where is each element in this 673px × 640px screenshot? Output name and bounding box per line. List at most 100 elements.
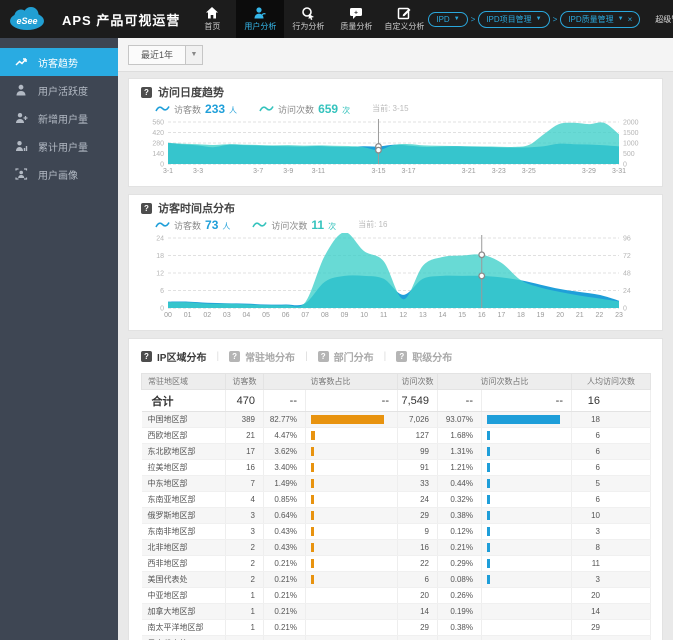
svg-text:3-15: 3-15 (371, 168, 385, 175)
nav-label: 行为分析 (292, 22, 325, 31)
table-row[interactable]: 东南亚地区部 4 0.85% 24 0.32% 6 (141, 491, 651, 508)
legend-unit: 人 (229, 105, 238, 115)
legend-item-1: 访问次数 11 次 (252, 218, 336, 232)
daily-trend-chart[interactable]: 0 0140 500280 1000420 1500560 20003-1 3-3 3-7 3-… (141, 117, 650, 177)
date-range-dropdown[interactable]: 最近1年 ▼ (128, 44, 204, 65)
breadcrumb-pill-1[interactable]: IPD项目管理 ▼ (478, 10, 550, 28)
breadcrumb-pill-2[interactable]: IPD质量管理 ▼ × (560, 10, 641, 28)
custom-analysis-icon (398, 7, 411, 20)
tab-3[interactable]: ? 职级分布 (396, 349, 452, 364)
region-name: 中国地区部 (141, 411, 226, 428)
nav-item-2[interactable]: 行为分析 (284, 0, 332, 38)
nav-item-3[interactable]: + 质量分析 (332, 0, 380, 38)
legend-label: 访问次数 (278, 104, 315, 115)
total-label: 合计 (141, 389, 226, 412)
visitors-pct: 0.43% (263, 539, 306, 556)
table-row[interactable]: 俄罗斯地区部 3 0.64% 29 0.38% 10 (141, 507, 651, 524)
visits-pct: 0.32% (437, 491, 482, 508)
table-row[interactable]: 南太平洋地区部 1 0.21% 29 0.38% 29 (141, 619, 651, 636)
chevron-down-icon[interactable]: ▼ (536, 16, 542, 22)
bar-cell (481, 475, 572, 492)
panel-region-distribution: ? IP区域分布 |? 常驻地分布 |? 部门分布 |? 职级分布 常驻地区域 访客数 访客数占比… (128, 338, 663, 640)
chevron-down-icon[interactable]: ▼ (454, 16, 460, 22)
svg-text:00: 00 (164, 312, 172, 319)
main-nav: 首页 用户分析 行为分析 + 质量分析 自定义分析 (188, 0, 428, 38)
region-name: 北非地区部 (141, 539, 226, 556)
svg-text:3-23: 3-23 (492, 168, 506, 175)
table-row[interactable]: 日本代表处10.21%40.05%4 (141, 635, 651, 640)
visitors-count: 16 (225, 459, 264, 476)
region-name: 西非地区部 (141, 555, 226, 572)
legend-label: 访问次数 (271, 220, 308, 231)
table-row[interactable]: 东北欧地区部 17 3.62% 99 1.31% 6 (141, 443, 651, 460)
svg-text:04: 04 (243, 312, 251, 319)
visitors-count: 21 (225, 427, 264, 444)
nav-item-1[interactable]: 用户分析 (236, 0, 285, 38)
per-capita: 11 (571, 555, 651, 572)
sidebar-item-3[interactable]: 累计用户量 (0, 132, 118, 160)
table-row[interactable]: 北非地区部 2 0.43% 16 0.21% 8 (141, 539, 651, 556)
sidebar-item-0[interactable]: 访客趋势 (0, 48, 118, 76)
visitors-pct: 0.21% (263, 587, 306, 604)
date-range-value: 最近1年 (141, 50, 174, 60)
ratio-bar (487, 527, 490, 537)
sidebar-item-1[interactable]: 用户活跃度 (0, 76, 118, 104)
table-row[interactable]: 中东地区部 7 1.49% 33 0.44% 5 (141, 475, 651, 492)
bar-cell (305, 523, 398, 540)
visits-pct: 0.38% (437, 507, 482, 524)
table-row[interactable]: 东南非地区部 3 0.43% 9 0.12% 3 (141, 523, 651, 540)
region-name: 东南非地区部 (141, 523, 226, 540)
visitors-pct: 0.21% (263, 619, 306, 636)
table-row[interactable]: 西欧地区部 21 4.47% 127 1.68% 6 (141, 427, 651, 444)
tab-2[interactable]: ? 部门分布 (317, 349, 374, 364)
table-row[interactable]: 加拿大地区部 1 0.21% 14 0.19% 14 (141, 603, 651, 620)
nav-item-4[interactable]: 自定义分析 (380, 0, 428, 38)
region-name: 日本代表处 (141, 635, 226, 640)
visitors-count: 2 (225, 539, 264, 556)
bar-cell (481, 507, 572, 524)
logo[interactable]: eSee (0, 7, 56, 31)
table-row[interactable]: 中亚地区部 1 0.21% 20 0.26% 20 (141, 587, 651, 604)
hourly-distribution-chart[interactable]: 0 06 2412 4818 7224 9600 01 02 03 04 05 06 07 08 09 10 1… (141, 232, 650, 321)
table-row[interactable]: 拉美地区部 16 3.40% 91 1.21% 6 (141, 459, 651, 476)
help-icon[interactable]: ? (141, 202, 152, 214)
user-active-icon (16, 84, 26, 96)
visits-pct: 0.29% (437, 555, 482, 572)
bar-cell (481, 411, 572, 428)
chevron-down-icon[interactable]: ▼ (618, 16, 624, 22)
table-row[interactable]: 西非地区部 2 0.21% 22 0.29% 11 (141, 555, 651, 572)
svg-text:03: 03 (223, 312, 231, 319)
chevron-down-icon[interactable]: ▼ (185, 45, 203, 64)
svg-text:560: 560 (152, 120, 164, 127)
ratio-bar (311, 463, 314, 473)
region-name: 加拿大地区部 (141, 603, 226, 620)
legend-item-0: 访客数 233 人 (155, 102, 237, 116)
svg-text:3-3: 3-3 (193, 168, 203, 175)
sidebar-item-2[interactable]: 新增用户量 (0, 104, 118, 132)
visits-count: 20 (397, 587, 438, 604)
visits-count: 24 (397, 491, 438, 508)
sidebar-item-label: 累计用户量 (38, 142, 88, 154)
visitors-count: 1 (225, 635, 264, 640)
svg-text:21: 21 (576, 312, 584, 319)
app-root: eSee APS 产品可视运营 首页 用户分析 行为分析 + 质量分析 自定义分析 IPD… (0, 0, 673, 640)
wave-icon (155, 105, 170, 111)
legend-unit: 次 (342, 105, 351, 115)
svg-text:3-29: 3-29 (582, 168, 596, 175)
per-capita: 8 (571, 539, 651, 556)
close-icon[interactable]: × (628, 15, 633, 24)
tab-separator: | (216, 350, 220, 362)
visits-pct: 0.21% (437, 539, 482, 556)
nav-item-0[interactable]: 首页 (188, 0, 236, 38)
filter-bar: 最近1年 ▼ (118, 38, 673, 72)
visitors-pct: 0.21% (263, 555, 306, 572)
breadcrumb-pill-0[interactable]: IPD ▼ (428, 11, 468, 27)
tab-1[interactable]: ? 常驻地分布 (229, 349, 295, 364)
tab-0[interactable]: ? IP区域分布 (141, 349, 206, 364)
sidebar-item-4[interactable]: 用户画像 (0, 160, 118, 188)
total-visitors-pct: -- (263, 389, 306, 412)
table-row[interactable]: 中国地区部 389 82.77% 7,026 93.07% 18 (141, 411, 651, 428)
table-row[interactable]: 美国代表处 2 0.21% 6 0.08% 3 (141, 571, 651, 588)
help-icon[interactable]: ? (141, 86, 152, 98)
ratio-bar (311, 415, 384, 425)
